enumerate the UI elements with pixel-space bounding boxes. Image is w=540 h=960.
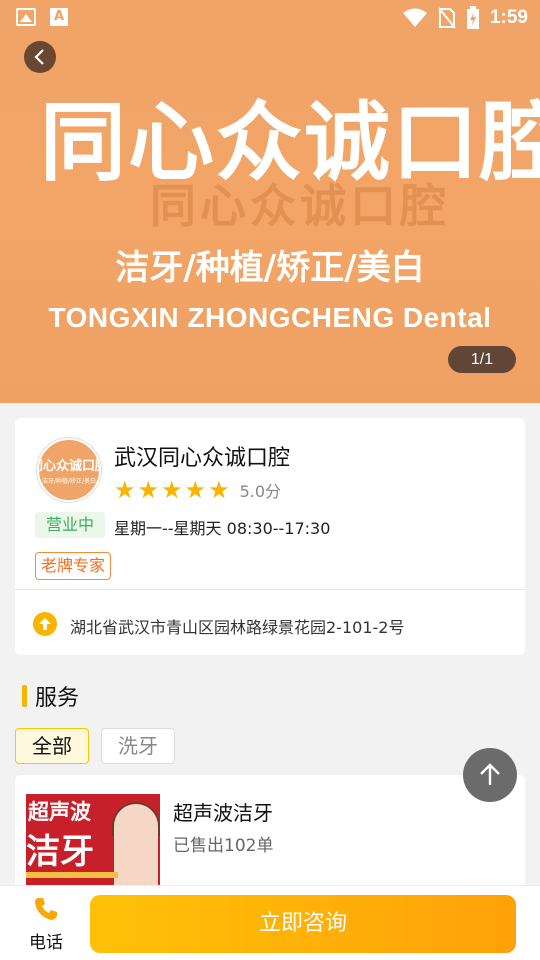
app-notification-icon: A — [50, 8, 68, 26]
banner-subtitle: 洁牙/种植/矫正/美白 — [115, 248, 425, 288]
service-name: 超声波洁牙 — [173, 801, 273, 825]
service-image-text: 超声波 — [28, 800, 91, 824]
service-image: 超声波 洁牙 — [26, 794, 160, 894]
services-title: 服务 — [35, 686, 80, 711]
store-logo-subtext: 洁牙/种植/矫正/美白 — [41, 478, 97, 485]
battery-charging-icon — [466, 6, 479, 29]
bottom-action-bar: 电话 立即咨询 — [0, 885, 540, 960]
store-info-card: 同心众诚口腔 洁牙/种植/矫正/美白 武汉同心众诚口腔 ★ ★ ★ ★ ★ 5.… — [15, 418, 525, 655]
no-sim-icon — [438, 7, 456, 29]
store-logo: 同心众诚口腔 洁牙/种植/矫正/美白 — [37, 438, 101, 502]
banner-page-indicator: 1/1 — [448, 346, 516, 373]
service-item[interactable]: 超声波 洁牙 超声波洁牙 已售出102单 — [15, 775, 525, 895]
store-logo-text: 同心众诚口腔 — [39, 459, 99, 474]
back-button[interactable] — [24, 41, 56, 73]
star-icon: ★ — [208, 476, 230, 504]
section-accent-bar — [22, 685, 27, 707]
arrow-up-icon — [480, 763, 500, 785]
navigation-icon[interactable] — [33, 612, 57, 636]
image-notification-icon — [16, 8, 36, 26]
tab-all[interactable]: 全部 — [15, 728, 89, 764]
business-hours: 星期一--星期天 08:30--17:30 — [114, 519, 331, 538]
star-icon: ★ — [184, 476, 207, 504]
wifi-icon — [402, 8, 427, 27]
store-banner[interactable]: 同心众诚口腔 同心众诚口腔 洁牙/种植/矫正/美白 TONGXIN ZHONGC… — [0, 0, 540, 403]
status-bar: A 1:59 — [0, 0, 540, 36]
service-sold-count: 已售出102单 — [173, 836, 274, 856]
service-image-text: 洁牙 — [26, 832, 94, 872]
banner-english-name: TONGXIN ZHONGCHENG Dental — [48, 302, 492, 333]
banner-title: 同心众诚口腔 — [40, 93, 540, 193]
consult-now-button[interactable]: 立即咨询 — [90, 895, 516, 953]
phone-label: 电话 — [29, 933, 63, 953]
open-status-badge: 营业中 — [35, 512, 105, 538]
divider — [15, 589, 525, 590]
services-section-header: 服务 — [22, 680, 79, 712]
chevron-left-icon — [34, 49, 44, 65]
star-icon: ★ — [137, 476, 160, 504]
scroll-to-top-button[interactable] — [463, 748, 517, 802]
star-icon: ★ — [161, 476, 183, 504]
rating-score: 5.0分 — [239, 482, 282, 501]
phone-icon — [35, 898, 57, 920]
clock: 1:59 — [489, 7, 528, 28]
phone-button[interactable]: 电话 — [22, 896, 70, 953]
tab-teeth-cleaning[interactable]: 洗牙 — [101, 728, 175, 764]
rating-stars: ★ ★ ★ ★ ★ 5.0分 — [114, 478, 281, 502]
store-address[interactable]: 湖北省武汉市青山区园林路绿景花园2-101-2号 — [70, 614, 404, 638]
star-icon: ★ — [114, 476, 136, 504]
expert-tag: 老牌专家 — [35, 552, 112, 580]
store-name: 武汉同心众诚口腔 — [114, 446, 291, 471]
